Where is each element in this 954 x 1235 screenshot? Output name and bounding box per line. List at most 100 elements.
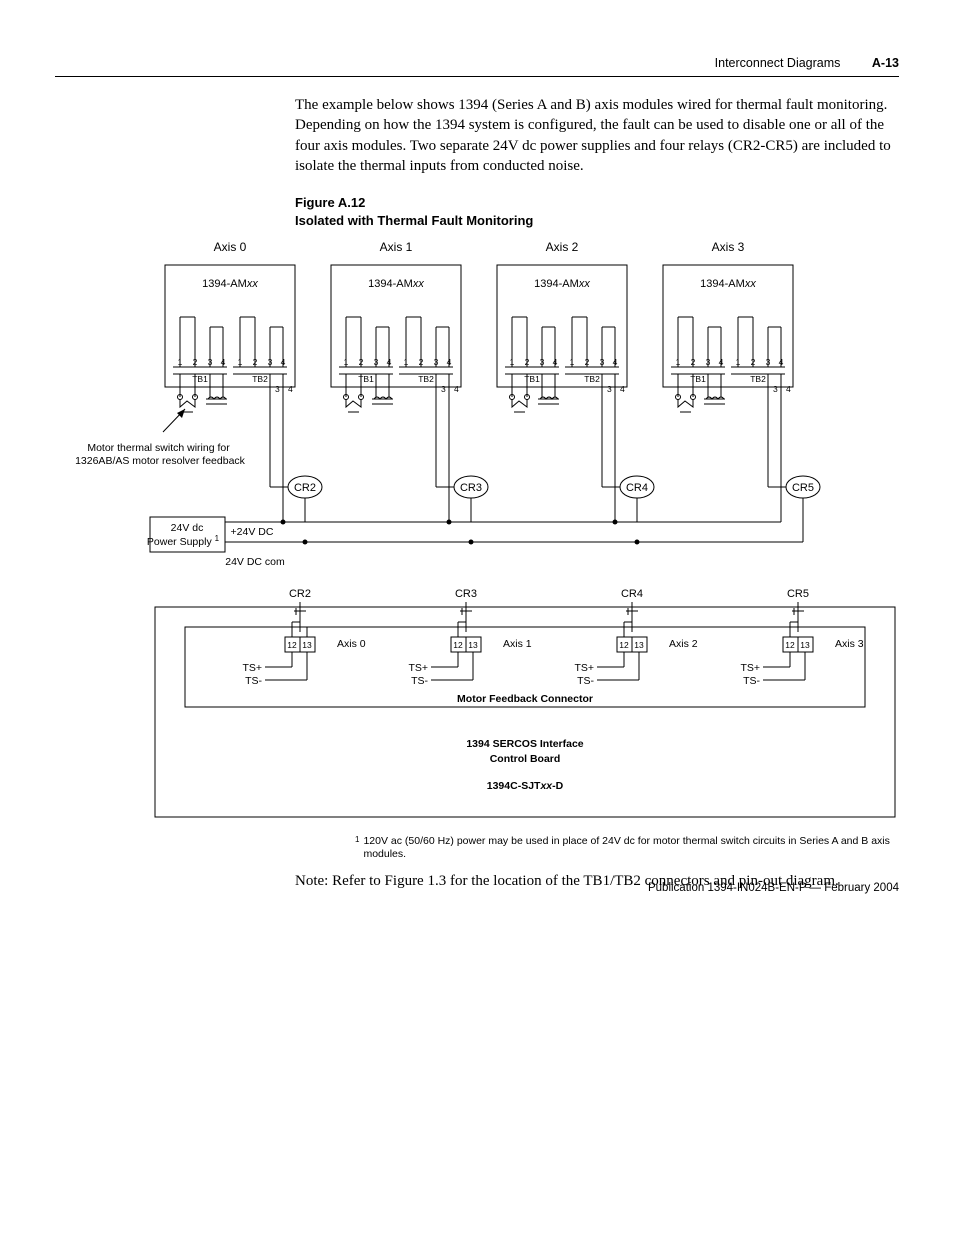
page-number: A-13 bbox=[872, 56, 899, 70]
svg-text:4: 4 bbox=[454, 384, 459, 394]
svg-text:TS-: TS- bbox=[743, 675, 760, 687]
svg-text:3: 3 bbox=[607, 384, 612, 394]
svg-text:TS-: TS- bbox=[577, 675, 594, 687]
svg-text:TS-: TS- bbox=[245, 675, 262, 687]
svg-text:3: 3 bbox=[773, 384, 778, 394]
svg-text:3: 3 bbox=[766, 357, 771, 367]
svg-text:TS-: TS- bbox=[411, 675, 428, 687]
svg-text:4: 4 bbox=[613, 357, 618, 367]
svg-text:2: 2 bbox=[691, 357, 696, 367]
svg-text:+24V DC: +24V DC bbox=[231, 526, 274, 538]
section-title: Interconnect Diagrams bbox=[715, 56, 841, 70]
svg-text:1: 1 bbox=[736, 357, 741, 367]
svg-text:CR2: CR2 bbox=[289, 588, 311, 600]
figure-number: Figure A.12 bbox=[295, 194, 899, 212]
svg-text:2: 2 bbox=[193, 357, 198, 367]
svg-text:2: 2 bbox=[359, 357, 364, 367]
axis0-module: 1394-AMxx bbox=[202, 278, 258, 290]
svg-text:4: 4 bbox=[779, 357, 784, 367]
axis0-label: Axis 0 bbox=[214, 240, 247, 254]
svg-text:2: 2 bbox=[525, 357, 530, 367]
svg-text:4: 4 bbox=[221, 357, 226, 367]
svg-text:3: 3 bbox=[374, 357, 379, 367]
svg-text:13: 13 bbox=[800, 640, 810, 650]
svg-text:TB2: TB2 bbox=[418, 374, 434, 384]
svg-text:24V dc: 24V dc bbox=[171, 522, 204, 534]
svg-text:1394 SERCOS Interface: 1394 SERCOS Interface bbox=[466, 738, 583, 750]
axis1-label: Axis 1 bbox=[380, 240, 413, 254]
axis3-label: Axis 3 bbox=[712, 240, 745, 254]
svg-text:Axis 1: Axis 1 bbox=[503, 638, 532, 650]
svg-text:3: 3 bbox=[434, 357, 439, 367]
svg-text:CR5: CR5 bbox=[787, 588, 809, 600]
svg-text:2: 2 bbox=[253, 357, 258, 367]
svg-text:Control Board: Control Board bbox=[490, 753, 561, 765]
footnote: 1 120V ac (50/60 Hz) power may be used i… bbox=[355, 835, 899, 861]
footnote-marker: 1 bbox=[355, 835, 359, 861]
svg-text:1: 1 bbox=[178, 357, 183, 367]
svg-text:4: 4 bbox=[447, 357, 452, 367]
svg-text:2: 2 bbox=[751, 357, 756, 367]
svg-text:Power Supply 1: Power Supply 1 bbox=[147, 534, 220, 548]
svg-text:1394-AMxx: 1394-AMxx bbox=[700, 278, 756, 290]
svg-text:TS+: TS+ bbox=[408, 662, 428, 674]
page-header: Interconnect Diagrams A-13 bbox=[715, 56, 899, 70]
svg-text:CR3: CR3 bbox=[460, 482, 482, 494]
svg-text:3: 3 bbox=[275, 384, 280, 394]
svg-text:4: 4 bbox=[288, 384, 293, 394]
svg-text:TS+: TS+ bbox=[574, 662, 594, 674]
intro-paragraph: The example below shows 1394 (Series A a… bbox=[295, 95, 899, 176]
svg-text:4: 4 bbox=[281, 357, 286, 367]
svg-text:TS+: TS+ bbox=[740, 662, 760, 674]
axis2-label: Axis 2 bbox=[546, 240, 579, 254]
svg-text:1: 1 bbox=[238, 357, 243, 367]
svg-text:3: 3 bbox=[706, 357, 711, 367]
svg-text:1394-AMxx: 1394-AMxx bbox=[534, 278, 590, 290]
svg-text:Motor thermal switch wiring fo: Motor thermal switch wiring for 1326AB/A… bbox=[75, 442, 246, 467]
svg-text:12: 12 bbox=[785, 640, 795, 650]
svg-text:1: 1 bbox=[510, 357, 515, 367]
svg-text:CR5: CR5 bbox=[792, 482, 814, 494]
svg-text:1: 1 bbox=[676, 357, 681, 367]
svg-text:1: 1 bbox=[344, 357, 349, 367]
svg-text:Axis 0: Axis 0 bbox=[337, 638, 366, 650]
svg-text:13: 13 bbox=[302, 640, 312, 650]
svg-text:Motor Feedback Connector: Motor Feedback Connector bbox=[457, 693, 593, 705]
figure-title: Isolated with Thermal Fault Monitoring bbox=[295, 212, 899, 230]
svg-text:3: 3 bbox=[208, 357, 213, 367]
svg-text:TB2: TB2 bbox=[584, 374, 600, 384]
wiring-diagram: Axis 0 1394-AMxx 1 2 3 4 TB1 bbox=[55, 237, 899, 827]
svg-text:12: 12 bbox=[287, 640, 297, 650]
svg-text:2: 2 bbox=[419, 357, 424, 367]
publication-info: Publication 1394-IN024B-EN-P — February … bbox=[648, 882, 899, 894]
footnote-text: 120V ac (50/60 Hz) power may be used in … bbox=[363, 835, 899, 861]
svg-text:1394-AMxx: 1394-AMxx bbox=[368, 278, 424, 290]
svg-text:Axis 2: Axis 2 bbox=[669, 638, 698, 650]
svg-text:4: 4 bbox=[620, 384, 625, 394]
svg-text:13: 13 bbox=[634, 640, 644, 650]
svg-text:1: 1 bbox=[570, 357, 575, 367]
svg-text:2: 2 bbox=[585, 357, 590, 367]
svg-text:12: 12 bbox=[619, 640, 629, 650]
svg-text:12: 12 bbox=[453, 640, 463, 650]
svg-text:CR3: CR3 bbox=[455, 588, 477, 600]
svg-text:3: 3 bbox=[600, 357, 605, 367]
svg-text:1: 1 bbox=[404, 357, 409, 367]
svg-text:3: 3 bbox=[268, 357, 273, 367]
svg-text:TB2: TB2 bbox=[750, 374, 766, 384]
svg-text:Axis 3: Axis 3 bbox=[835, 638, 864, 650]
svg-text:24V DC com: 24V DC com bbox=[225, 556, 285, 568]
svg-text:CR2: CR2 bbox=[294, 482, 316, 494]
svg-text:4: 4 bbox=[786, 384, 791, 394]
svg-text:CR4: CR4 bbox=[626, 482, 648, 494]
svg-text:3: 3 bbox=[540, 357, 545, 367]
header-rule bbox=[55, 76, 899, 77]
svg-text:CR4: CR4 bbox=[621, 588, 643, 600]
svg-text:TB2: TB2 bbox=[252, 374, 268, 384]
svg-text:1394C-SJTxx-D: 1394C-SJTxx-D bbox=[487, 780, 564, 792]
svg-text:3: 3 bbox=[441, 384, 446, 394]
svg-text:13: 13 bbox=[468, 640, 478, 650]
svg-text:4: 4 bbox=[387, 357, 392, 367]
svg-text:TS+: TS+ bbox=[242, 662, 262, 674]
svg-text:4: 4 bbox=[719, 357, 724, 367]
